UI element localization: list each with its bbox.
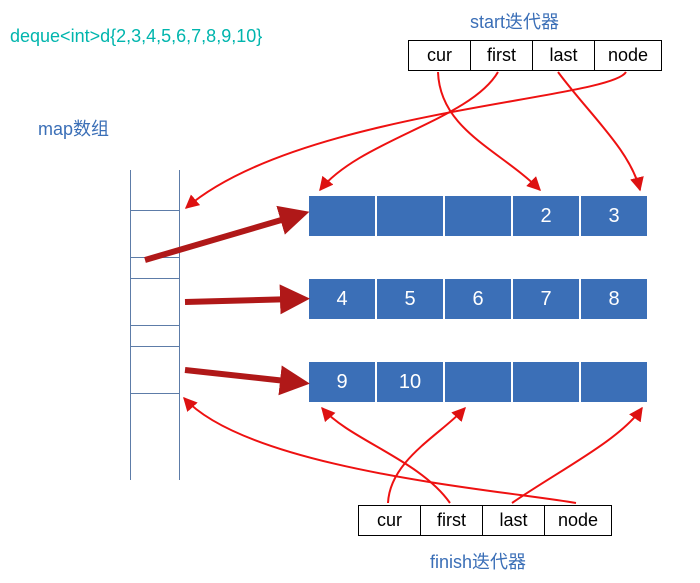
finish-first-cell: first	[421, 506, 483, 535]
map-slot-2	[130, 346, 180, 394]
buffer-0-cell-0	[308, 195, 376, 237]
start-last-cell: last	[533, 41, 595, 70]
start-first-cell: first	[471, 41, 533, 70]
finish-iterator-arrows	[184, 398, 642, 503]
buffer-0-cell-1	[376, 195, 444, 237]
buffer-0-cell-3: 2	[512, 195, 580, 237]
buffer-0-cell-4: 3	[580, 195, 648, 237]
start-iterator-box: cur first last node	[408, 40, 662, 71]
finish-last-cell: last	[483, 506, 545, 535]
buffer-row-1: 4 5 6 7 8	[308, 278, 648, 320]
map-slot-1	[130, 278, 180, 326]
start-iterator-arrows	[186, 72, 640, 208]
map-array-label: map数组	[38, 115, 109, 141]
buffer-2-cell-0: 9	[308, 361, 376, 403]
buffer-1-cell-3: 7	[512, 278, 580, 320]
buffer-2-cell-3	[512, 361, 580, 403]
start-cur-cell: cur	[409, 41, 471, 70]
buffer-1-cell-4: 8	[580, 278, 648, 320]
finish-node-cell: node	[545, 506, 611, 535]
map-column	[130, 170, 180, 480]
buffer-row-0: 2 3	[308, 195, 648, 237]
buffer-2-cell-4	[580, 361, 648, 403]
deque-declaration-text: deque<int>d{2,3,4,5,6,7,8,9,10}	[10, 26, 262, 47]
buffer-1-cell-2: 6	[444, 278, 512, 320]
start-node-cell: node	[595, 41, 661, 70]
buffer-2-cell-2	[444, 361, 512, 403]
buffer-1-cell-1: 5	[376, 278, 444, 320]
buffer-1-cell-0: 4	[308, 278, 376, 320]
buffer-row-2: 9 10	[308, 361, 648, 403]
start-iterator-label: start迭代器	[470, 8, 559, 34]
buffer-2-cell-1: 10	[376, 361, 444, 403]
buffer-0-cell-2	[444, 195, 512, 237]
diagram-stage: deque<int>d{2,3,4,5,6,7,8,9,10} start迭代器…	[0, 0, 700, 583]
finish-iterator-box: cur first last node	[358, 505, 612, 536]
finish-iterator-label: finish迭代器	[430, 548, 526, 574]
map-slot-0	[130, 210, 180, 258]
finish-cur-cell: cur	[359, 506, 421, 535]
